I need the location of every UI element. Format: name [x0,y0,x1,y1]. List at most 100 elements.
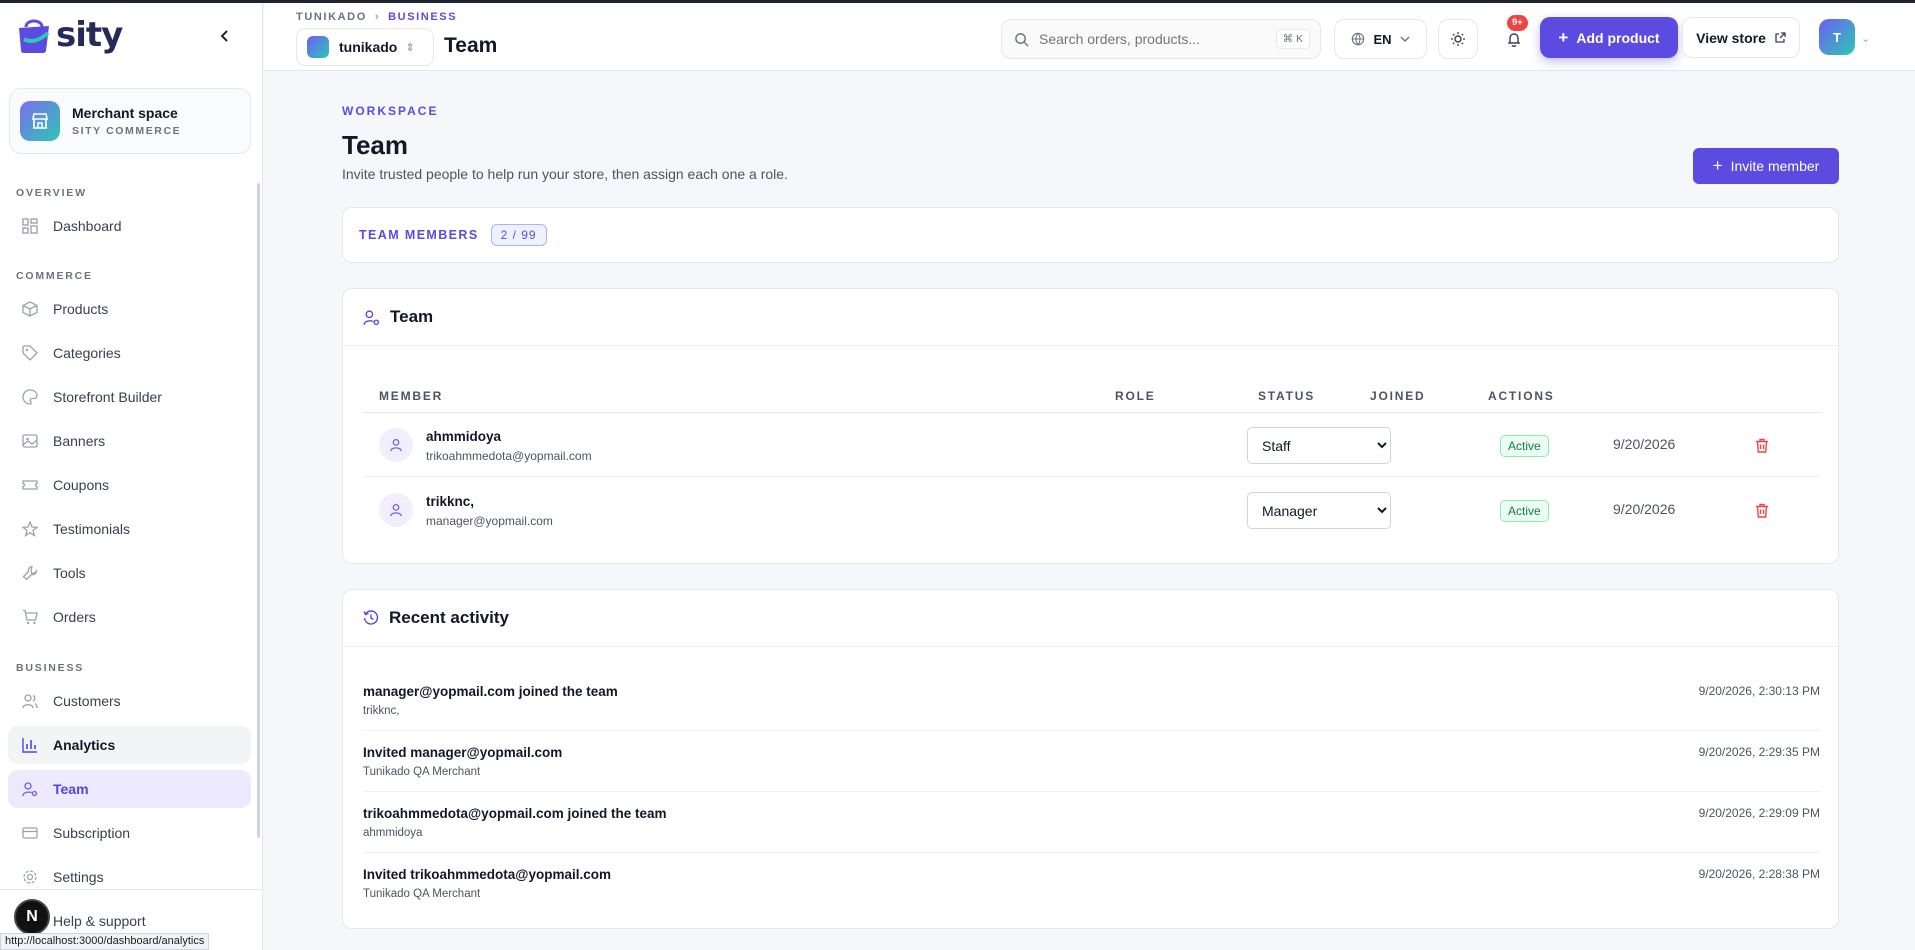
add-product-label: Add product [1576,29,1660,46]
shopping-bag-logo-icon [19,19,50,53]
search-box[interactable]: ⌘ K [1001,19,1321,59]
column-header-actions: ACTIONS [1488,389,1555,403]
sidebar-scrollbar[interactable] [257,183,260,838]
remove-member-button[interactable] [1751,434,1773,456]
merchant-space-card[interactable]: Merchant space SITY COMMERCE [9,88,251,154]
sidebar-item-tools[interactable]: Tools [8,554,251,592]
chevron-right-icon: › [374,11,381,23]
brand-name: sity [56,15,123,55]
language-selector[interactable]: EN [1334,19,1427,59]
sidebar-item-label: Dashboard [53,218,122,234]
chevron-down-icon[interactable]: ⌄ [1861,32,1870,45]
store-name: tunikado [339,39,398,55]
browser-status-url: http://localhost:3000/dashboard/analytic… [0,933,210,950]
ticket-icon [21,476,39,494]
chevron-up-down-icon: ⇕ [405,41,415,54]
sidebar-item-coupons[interactable]: Coupons [8,466,251,504]
merchant-subtitle: SITY COMMERCE [72,125,182,137]
activity-title: Invited trikoahmmedota@yopmail.com [363,867,611,882]
collapse-sidebar-button[interactable] [214,25,236,47]
header-title: Team [444,34,498,57]
language-label: EN [1373,31,1392,47]
sidebar-item-label: Analytics [53,737,116,753]
sidebar-item-banners[interactable]: Banners [8,422,251,460]
palette-icon [21,388,39,406]
plus-icon: + [1558,27,1569,47]
search-shortcut-hint: ⌘ K [1275,29,1310,49]
history-icon [363,610,379,625]
sidebar-item-products[interactable]: Products [8,290,251,328]
recent-activity-card: Recent activity manager@yopmail.com join… [342,589,1839,929]
page-title: Team [342,130,408,160]
team-members-summary: TEAM MEMBERS 2 / 99 [342,207,1839,263]
chevron-down-icon [1400,36,1410,42]
status-badge: Active [1500,435,1549,457]
activity-title: trikoahmmedota@yopmail.com joined the te… [363,806,667,821]
status-badge: Active [1500,500,1549,522]
sidebar-item-storefront-builder[interactable]: Storefront Builder [8,378,251,416]
sidebar-item-categories[interactable]: Categories [8,334,251,372]
member-avatar [379,428,413,462]
brand-logo[interactable]: sity [16,15,123,55]
activity-item: Invited trikoahmmedota@yopmail.com Tunik… [363,853,1820,914]
theme-toggle-button[interactable] [1438,19,1478,59]
breadcrumb: TUNIKADO › BUSINESS [296,11,457,23]
search-icon [1015,32,1029,47]
table-row: trikknc, manager@yopmail.com Manager Act… [363,478,1820,542]
member-avatar [379,493,413,527]
activity-actor: trikknc, [363,705,400,717]
sidebar-item-label: Storefront Builder [53,389,162,405]
store-icon [20,101,60,141]
activity-title: manager@yopmail.com joined the team [363,684,618,699]
activity-timestamp: 9/20/2026, 2:30:13 PM [1698,684,1820,698]
sidebar-item-subscription[interactable]: Subscription [8,814,251,852]
add-product-button[interactable]: + Add product [1540,17,1678,58]
sidebar-item-analytics[interactable]: Analytics [8,726,251,764]
activity-actor: ahmmidoya [363,827,423,839]
remove-member-button[interactable] [1751,499,1773,521]
activity-actor: Tunikado QA Merchant [363,766,481,778]
sidebar-item-customers[interactable]: Customers [8,682,251,720]
top-header: TUNIKADO › BUSINESS tunikado ⇕ Team ⌘ K … [264,3,1915,71]
column-header-joined: JOINED [1370,389,1426,403]
nextjs-dev-badge[interactable]: N [14,899,50,935]
sidebar-item-label: Testimonials [53,521,131,537]
chevron-left-icon [220,30,228,42]
activity-title: Invited manager@yopmail.com [363,745,563,760]
role-select[interactable]: Staff [1247,427,1391,464]
user-cog-icon [363,309,380,325]
table-row: ahmmidoya trikoahmmedota@yopmail.com Sta… [363,413,1820,477]
sidebar-item-team[interactable]: Team [8,770,251,808]
breadcrumb-root[interactable]: TUNIKADO [296,11,367,23]
team-card-title: Team [390,307,434,326]
member-name: trikknc, [426,494,475,509]
user-avatar[interactable]: T [1819,19,1855,55]
sidebar-item-label: Settings [53,869,104,885]
sidebar-item-testimonials[interactable]: Testimonials [8,510,251,548]
role-select[interactable]: Manager [1247,492,1391,529]
member-email: trikoahmmedota@yopmail.com [426,449,592,463]
gear-icon [21,868,39,886]
bar-chart-icon [21,736,39,754]
sidebar-divider [0,889,263,890]
sidebar-item-orders[interactable]: Orders [8,598,251,636]
invite-member-button[interactable]: + Invite member [1693,148,1839,184]
view-store-button[interactable]: View store [1682,17,1800,58]
store-switcher[interactable]: tunikado ⇕ [296,28,434,66]
trash-icon [1756,438,1768,453]
joined-date: 9/20/2026 [1613,501,1676,517]
sidebar-item-label: Banners [53,433,106,449]
page-description: Invite trusted people to help run your s… [342,166,788,182]
page-eyebrow: WORKSPACE [342,104,439,118]
sidebar-item-settings[interactable]: Settings [8,858,251,896]
joined-date: 9/20/2026 [1613,436,1676,452]
activity-item: Invited manager@yopmail.com Tunikado QA … [363,731,1820,792]
member-name: ahmmidoya [426,429,502,444]
team-members-label: TEAM MEMBERS [359,228,479,242]
sidebar-item-dashboard[interactable]: Dashboard [8,207,251,245]
bell-icon [1507,33,1521,47]
search-input[interactable] [1039,31,1259,47]
nav-section-commerce: COMMERCE [16,270,93,282]
sidebar-item-label: Team [53,781,89,797]
image-icon [21,432,39,450]
